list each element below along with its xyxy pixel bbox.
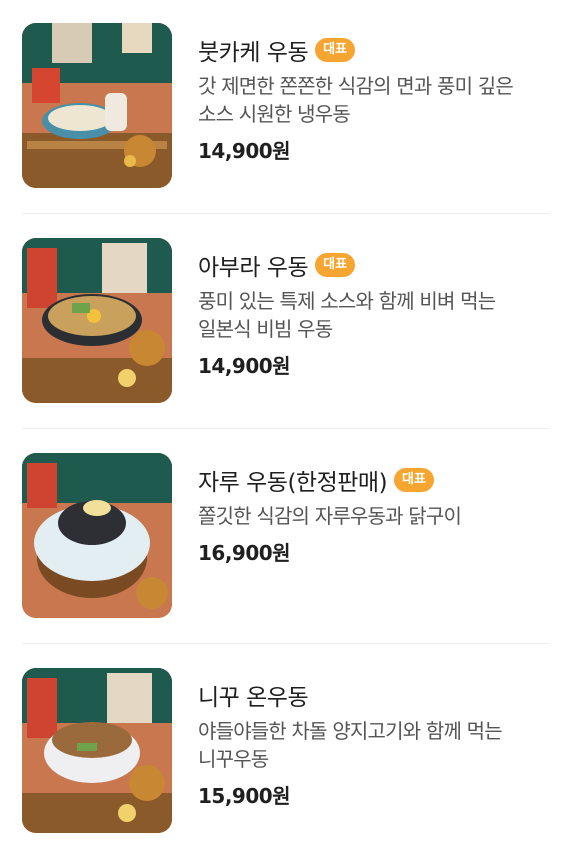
menu-item-info: 아부라 우동 대표 풍미 있는 특제 소스와 함께 비벼 먹는 일본식 비빔 우… [198, 248, 550, 379]
bukkake-udon-photo [22, 23, 172, 188]
menu-item-abura-udon[interactable]: 아부라 우동 대표 풍미 있는 특제 소스와 함께 비벼 먹는 일본식 비빔 우… [22, 238, 550, 403]
niku-udon-photo [22, 668, 172, 833]
name-row: 자루 우동(한정판매) 대표 [198, 463, 550, 497]
menu-item-description: 풍미 있는 특제 소스와 함께 비벼 먹는 일본식 비빔 우동 [198, 289, 496, 341]
menu-item-zaru-udon[interactable]: 자루 우동(한정판매) 대표 쫄깃한 식감의 자루우동과 닭구이 16,900원 [22, 453, 550, 618]
signature-badge: 대표 [315, 253, 356, 277]
menu-item-info: 붓카케 우동 대표 갓 제면한 쫀쫀한 식감의 면과 풍미 깊은 소스 시원한 … [198, 33, 550, 164]
divider [22, 643, 550, 644]
name-row: 붓카케 우동 대표 [198, 33, 550, 67]
menu-item-price: 14,900원 [198, 139, 291, 163]
menu-item-name: 붓카케 우동 [198, 40, 309, 66]
divider [22, 213, 550, 214]
menu-item-price: 14,900원 [198, 354, 291, 378]
menu-item-name: 니꾸 온우동 [198, 685, 309, 711]
menu-item-info: 자루 우동(한정판매) 대표 쫄깃한 식감의 자루우동과 닭구이 16,900원 [198, 463, 550, 566]
menu-item-price: 15,900원 [198, 784, 291, 808]
menu-item-name: 아부라 우동 [198, 255, 309, 281]
menu-item-bukkake-udon[interactable]: 붓카케 우동 대표 갓 제면한 쫀쫀한 식감의 면과 풍미 깊은 소스 시원한 … [22, 23, 550, 188]
name-row: 니꾸 온우동 [198, 678, 550, 712]
menu-item-name: 자루 우동(한정판매) [198, 470, 388, 496]
zaru-udon-photo [22, 453, 172, 618]
menu-item-description: 야들야들한 차돌 양지고기와 함께 먹는 니꾸우동 [198, 719, 503, 771]
abura-udon-photo [22, 238, 172, 403]
menu-item-price: 16,900원 [198, 541, 291, 565]
menu-list: 붓카케 우동 대표 갓 제면한 쫀쫀한 식감의 면과 풍미 깊은 소스 시원한 … [0, 0, 571, 841]
signature-badge: 대표 [394, 468, 434, 492]
menu-item-info: 니꾸 온우동 야들야들한 차돌 양지고기와 함께 먹는 니꾸우동 15,900원 [198, 678, 550, 809]
menu-item-niku-udon[interactable]: 니꾸 온우동 야들야들한 차돌 양지고기와 함께 먹는 니꾸우동 15,900원 [22, 668, 550, 833]
menu-item-description: 쫄깃한 식감의 자루우동과 닭구이 [198, 504, 462, 528]
name-row: 아부라 우동 대표 [198, 248, 550, 282]
divider [22, 428, 550, 429]
menu-item-description: 갓 제면한 쫀쫀한 식감의 면과 풍미 깊은 소스 시원한 냉우동 [198, 74, 514, 126]
signature-badge: 대표 [315, 38, 356, 62]
